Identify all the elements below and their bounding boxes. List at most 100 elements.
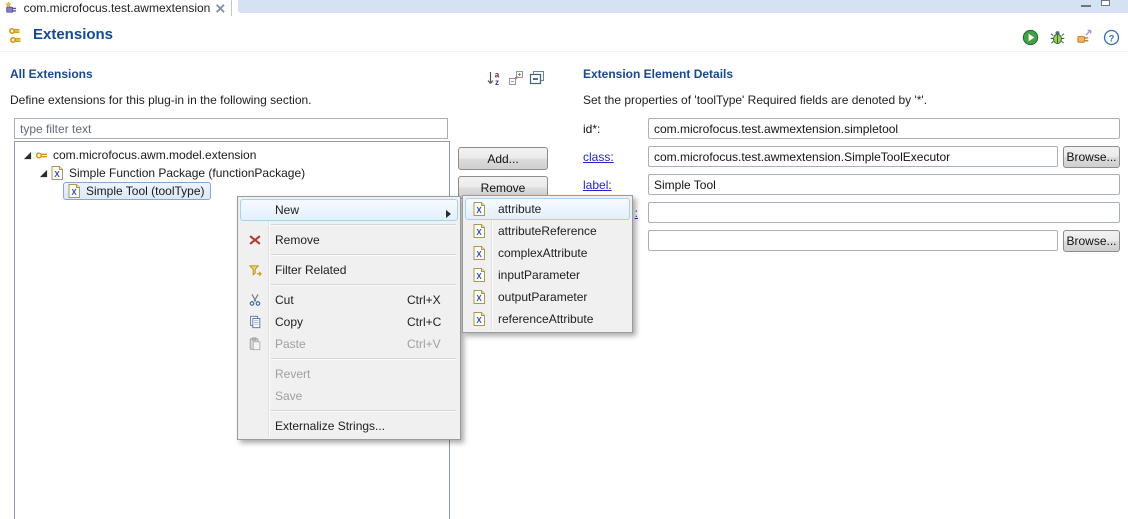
export-plugin-icon[interactable] bbox=[1075, 28, 1093, 46]
menu-item-paste[interactable]: PasteCtrl+V bbox=[240, 333, 458, 355]
field-row-0: id*: bbox=[583, 118, 1120, 139]
debug-icon[interactable] bbox=[1048, 28, 1066, 46]
menu-item-label: Cut bbox=[269, 293, 407, 307]
browse-button[interactable]: Browse... bbox=[1063, 146, 1120, 168]
xml-element-icon: X bbox=[466, 268, 492, 282]
field-input-[interactable] bbox=[648, 202, 1120, 223]
menu-separator bbox=[271, 410, 456, 412]
submenu-item-label: attribute bbox=[492, 202, 629, 216]
svg-text:?: ? bbox=[1108, 33, 1114, 44]
submenu-item-referenceattribute[interactable]: XreferenceAttribute bbox=[465, 308, 630, 330]
collapse-all-icon[interactable] bbox=[528, 69, 545, 86]
menu-item-copy[interactable]: CopyCtrl+C bbox=[240, 311, 458, 333]
close-icon[interactable] bbox=[215, 3, 226, 14]
xml-element-icon: X bbox=[51, 166, 65, 180]
extensions-icon bbox=[8, 26, 28, 46]
submenu-item-label: complexAttribute bbox=[492, 246, 629, 260]
xml-element-icon: X bbox=[466, 246, 492, 260]
field-row-4: Browse... bbox=[583, 230, 1120, 251]
menu-item-label: Externalize Strings... bbox=[269, 419, 457, 433]
paste-icon bbox=[241, 337, 269, 351]
submenu-item-attributereference[interactable]: XattributeReference bbox=[465, 220, 630, 242]
plugin-editor-window: com.microfocus.test.awmextension Extensi… bbox=[0, 0, 1128, 519]
header-separator bbox=[0, 51, 1128, 52]
header-toolbar: ? bbox=[1021, 28, 1120, 46]
menu-item-cut[interactable]: CutCtrl+X bbox=[240, 289, 458, 311]
filter-input[interactable] bbox=[14, 118, 448, 139]
maximize-icon[interactable] bbox=[1101, 0, 1110, 6]
twistie-expanded-icon[interactable] bbox=[37, 169, 49, 178]
field-row-2: label: bbox=[583, 174, 1120, 195]
field-input-label[interactable] bbox=[648, 174, 1120, 195]
submenu-item-outputparameter[interactable]: XoutputParameter bbox=[465, 286, 630, 308]
menu-item-save[interactable]: Save bbox=[240, 385, 458, 407]
cut-icon bbox=[241, 293, 269, 307]
tab-awmextension[interactable]: com.microfocus.test.awmextension bbox=[0, 0, 232, 16]
submenu-item-attribute[interactable]: Xattribute bbox=[465, 198, 630, 220]
field-input-class[interactable] bbox=[648, 146, 1058, 167]
sort-alphabetically-icon[interactable]: az bbox=[486, 69, 503, 86]
help-icon[interactable]: ? bbox=[1102, 28, 1120, 46]
tree-item-simple-function-package-functionpackage[interactable]: X Simple Function Package (functionPackag… bbox=[15, 164, 449, 182]
expand-collapse-icon[interactable] bbox=[507, 69, 524, 86]
filter-icon bbox=[241, 263, 269, 278]
tree-selection: X Simple Tool (toolType) bbox=[63, 182, 211, 200]
menu-item-filter-related[interactable]: Filter Related bbox=[240, 259, 458, 281]
add-button[interactable]: Add... bbox=[458, 147, 548, 170]
submenu-item-complexattribute[interactable]: XcomplexAttribute bbox=[465, 242, 630, 264]
plugin-file-icon bbox=[5, 1, 19, 15]
tab-title: com.microfocus.test.awmextension bbox=[24, 1, 211, 15]
menu-item-revert[interactable]: Revert bbox=[240, 363, 458, 385]
page-title: Extensions bbox=[33, 26, 113, 43]
field-label: id*: bbox=[583, 122, 648, 136]
copy-icon bbox=[241, 315, 269, 329]
element-details-title: Extension Element Details bbox=[583, 67, 733, 81]
menu-item-shortcut: Ctrl+C bbox=[407, 315, 457, 329]
menu-item-shortcut: Ctrl+V bbox=[407, 337, 457, 351]
run-icon[interactable] bbox=[1021, 28, 1039, 46]
tree-item-label: Simple Tool (toolType) bbox=[86, 184, 205, 198]
submenu-arrow-icon bbox=[446, 207, 451, 221]
field-label-link[interactable]: class: bbox=[583, 150, 648, 164]
menu-item-label: Copy bbox=[269, 315, 407, 329]
xml-element-icon: X bbox=[68, 184, 82, 198]
submenu-item-inputparameter[interactable]: XinputParameter bbox=[465, 264, 630, 286]
field-label-link[interactable]: label: bbox=[583, 178, 648, 192]
menu-separator bbox=[271, 284, 456, 286]
view-controls bbox=[1081, 0, 1110, 10]
submenu-item-label: attributeReference bbox=[492, 224, 629, 238]
menu-item-label: Revert bbox=[269, 367, 457, 381]
menu-separator bbox=[271, 224, 456, 226]
menu-item-externalize-strings[interactable]: Externalize Strings... bbox=[240, 415, 458, 437]
tree-item-label: Simple Function Package (functionPackage… bbox=[69, 166, 305, 180]
svg-text:X: X bbox=[71, 188, 77, 197]
svg-text:X: X bbox=[476, 206, 482, 215]
field-input-4[interactable] bbox=[648, 230, 1058, 251]
field-input-id[interactable] bbox=[648, 118, 1120, 139]
submenu-item-label: inputParameter bbox=[492, 268, 629, 282]
xml-element-icon: X bbox=[466, 290, 492, 304]
xml-element-icon: X bbox=[466, 202, 492, 216]
tree-item-com-microfocus-awm-model-extension[interactable]: com.microfocus.awm.model.extension bbox=[15, 146, 449, 164]
svg-text:X: X bbox=[476, 250, 482, 259]
menu-separator bbox=[271, 358, 456, 360]
minimize-icon[interactable] bbox=[1081, 5, 1091, 7]
menu-item-shortcut: Ctrl+X bbox=[407, 293, 457, 307]
menu-item-remove[interactable]: Remove bbox=[240, 229, 458, 251]
submenu-item-label: referenceAttribute bbox=[492, 312, 629, 326]
menu-item-new[interactable]: New bbox=[240, 199, 458, 221]
editor-tab-strip bbox=[238, 0, 1128, 13]
all-extensions-title: All Extensions bbox=[10, 67, 93, 81]
menu-item-label: Remove bbox=[269, 233, 457, 247]
twistie-expanded-icon[interactable] bbox=[21, 151, 33, 160]
menu-item-label: Filter Related bbox=[269, 263, 457, 277]
remove-icon bbox=[241, 233, 269, 247]
tree-item-label: com.microfocus.awm.model.extension bbox=[53, 148, 256, 162]
element-details-form: id*:class:Browse...label::Browse... bbox=[583, 118, 1120, 258]
svg-text:X: X bbox=[476, 294, 482, 303]
browse-button[interactable]: Browse... bbox=[1063, 230, 1120, 252]
svg-text:z: z bbox=[495, 78, 499, 86]
element-details-description: Set the properties of 'toolType' Require… bbox=[583, 93, 927, 107]
context-menu: NewRemoveFilter RelatedCutCtrl+XCopyCtrl… bbox=[237, 196, 461, 440]
section-toolbar: az bbox=[486, 69, 545, 86]
